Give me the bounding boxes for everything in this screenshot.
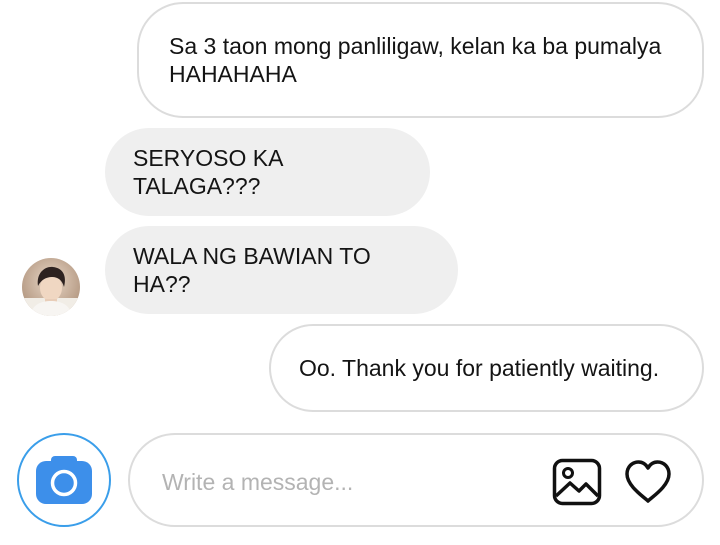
message-input[interactable] xyxy=(160,463,544,501)
camera-button[interactable] xyxy=(17,433,111,527)
heart-icon xyxy=(625,460,671,503)
gallery-button[interactable] xyxy=(551,456,603,508)
message-bubble-outgoing[interactable]: Sa 3 taon mong panliligaw, kelan ka ba p… xyxy=(137,2,704,118)
message-text: SERYOSO KA TALAGA??? xyxy=(133,145,283,199)
like-button[interactable] xyxy=(622,456,674,508)
message-bubble-incoming[interactable]: SERYOSO KA TALAGA??? xyxy=(105,128,430,216)
chat-screen: Sa 3 taon mong panliligaw, kelan ka ba p… xyxy=(0,0,720,545)
message-bubble-outgoing[interactable]: Oo. Thank you for patiently waiting. xyxy=(269,324,704,412)
camera-icon xyxy=(36,456,92,504)
message-text: Oo. Thank you for patiently waiting. xyxy=(299,355,660,381)
avatar-photo xyxy=(22,258,80,316)
message-bubble-incoming[interactable]: WALA NG BAWIAN TO HA?? xyxy=(105,226,458,314)
message-composer xyxy=(128,433,704,527)
image-gallery-icon xyxy=(552,458,602,506)
message-text: Sa 3 taon mong panliligaw, kelan ka ba p… xyxy=(169,33,662,87)
avatar[interactable] xyxy=(22,258,80,316)
message-text: WALA NG BAWIAN TO HA?? xyxy=(133,243,371,297)
